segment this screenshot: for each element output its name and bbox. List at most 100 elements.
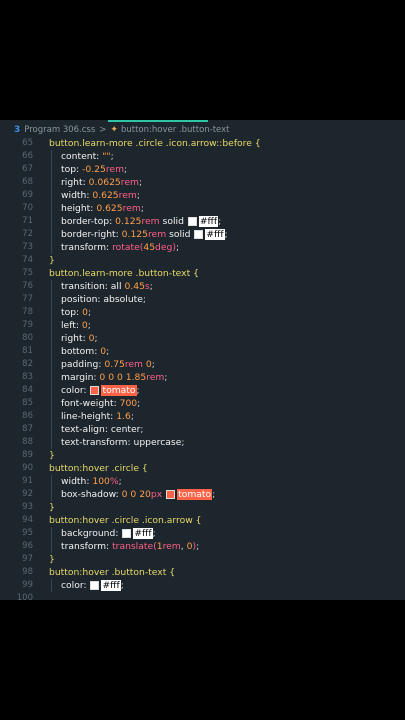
code-line[interactable]: 70 height: 0.625rem; [0,202,405,215]
code-line[interactable]: 78 top: 0; [0,306,405,319]
color-swatch[interactable] [187,216,197,226]
code-text: } [49,449,55,462]
token-prop: line-height: [61,411,117,422]
code-text: border-top: 0.125rem solid #fff; [61,215,221,228]
code-line[interactable]: 80 right: 0; [0,332,405,345]
code-line[interactable]: 71 border-top: 0.125rem solid #fff; [0,215,405,228]
code-line[interactable]: 94 button:hover .circle .icon.arrow { [0,514,405,527]
code-line[interactable]: 99 color: #fff; [0,579,405,592]
code-line[interactable]: 92 box-shadow: 0 0 20px tomato; [0,488,405,501]
code-line[interactable]: 100 [0,592,405,600]
token-prop: transition: [61,281,111,292]
code-text: font-weight: 700; [61,397,140,410]
code-line[interactable]: 65 button.learn-more .circle .icon.arrow:… [0,137,405,150]
line-number: 82 [22,359,33,369]
token-num: 100 [92,476,110,487]
token-prop: font-weight: [61,398,120,409]
code-text: bottom: 0; [61,345,109,358]
token-kw: center [110,424,141,435]
code-line[interactable]: 66 content: ""; [0,150,405,163]
indent-guide [51,306,52,319]
line-number: 74 [22,255,33,265]
code-line[interactable]: 87 text-align: center; [0,423,405,436]
code-line[interactable]: 89} [0,449,405,462]
token-kw: absolute [103,294,143,305]
code-line[interactable]: 88 text-transform: uppercase; [0,436,405,449]
token-unit: rem [124,359,144,370]
color-swatch[interactable] [90,385,100,395]
indent-guide [51,397,52,410]
indent-guide [51,579,52,592]
token-punc: ; [175,242,180,253]
code-line[interactable]: 95 background: #fff; [0,527,405,540]
indent-guide [51,215,52,228]
line-number: 80 [22,333,33,343]
code-line[interactable]: 81 bottom: 0; [0,345,405,358]
breadcrumb-selector[interactable]: button:hover .button-text [121,125,230,135]
code-line[interactable]: 86 line-height: 1.6; [0,410,405,423]
code-line[interactable]: 93} [0,501,405,514]
indent-guide [51,176,52,189]
token-unit: rem [147,229,167,240]
code-line[interactable]: 68 right: 0.0625rem; [0,176,405,189]
token-sel: button:hover .circle [49,463,142,474]
color-swatch[interactable] [166,489,176,499]
line-number: 90 [22,463,33,473]
token-punc: ; [87,307,92,318]
code-line[interactable]: 69 width: 0.625rem; [0,189,405,202]
code-line[interactable]: 67 top: -0.25rem; [0,163,405,176]
token-sel: button:hover .button-text [49,567,170,578]
code-lines[interactable]: 65 button.learn-more .circle .icon.arrow:… [0,137,405,600]
code-line[interactable]: 97} [0,553,405,566]
line-number: 92 [22,489,33,499]
code-line[interactable]: 77 position: absolute; [0,293,405,306]
token-unit: rem [146,372,165,383]
token-num: 0.125 [121,229,148,240]
code-line[interactable]: 72 border-right: 0.125rem solid #fff; [0,228,405,241]
code-text: transition: all 0.45s; [61,280,153,293]
line-number: 67 [22,164,33,174]
token-brace: } [49,255,55,266]
code-text: color: #fff; [61,579,124,592]
breadcrumb-file[interactable]: Program 306.css [24,125,95,135]
line-number: 79 [22,320,33,330]
token-unit: rem [141,216,160,227]
code-line[interactable]: 91 width: 100%; [0,475,405,488]
token-brace: { [193,268,199,279]
token-prop: box-shadow: [61,489,122,500]
code-line[interactable]: 73 transform: rotate(45deg); [0,241,405,254]
line-number: 77 [22,294,33,304]
token-prop: border-top: [61,216,116,227]
code-line[interactable]: 79 left: 0; [0,319,405,332]
code-line[interactable]: 96 transform: translate(1rem, 0); [0,540,405,553]
indent-guide [51,410,52,423]
token-num: -0.25 [82,164,106,175]
line-number: 93 [22,502,33,512]
code-line[interactable]: 83 margin: 0 0 0 1.85rem; [0,371,405,384]
color-swatch[interactable] [194,229,204,239]
token-prop: bottom: [61,346,101,357]
token-unit: rem [122,203,141,214]
token-unit: rem [105,164,125,175]
color-swatch[interactable] [122,528,132,538]
code-line[interactable]: 74} [0,254,405,267]
code-line[interactable]: 76 transition: all 0.45s; [0,280,405,293]
code-line[interactable]: 82 padding: 0.75rem 0; [0,358,405,371]
token-chip-white: #fff [198,216,219,227]
line-number: 91 [22,476,33,486]
code-editor[interactable]: 3 Program 306.css > ✦ button:hover .butt… [0,120,405,600]
code-line[interactable]: 85 font-weight: 700; [0,397,405,410]
code-text: transform: rotate(45deg); [61,241,179,254]
code-line[interactable]: 98 button:hover .button-text { [0,566,405,579]
color-swatch[interactable] [90,580,100,590]
code-line[interactable]: 75 button.learn-more .button-text { [0,267,405,280]
code-line[interactable]: 84 color: tomato; [0,384,405,397]
code-text: button:hover .circle .icon.arrow { [49,514,202,527]
code-line[interactable]: 90 button:hover .circle { [0,462,405,475]
code-text: button.learn-more .button-text { [49,267,199,280]
token-brace: } [49,554,55,565]
code-text: text-transform: uppercase; [61,436,184,449]
line-number: 72 [22,229,33,239]
indent-guide [51,488,52,501]
code-text: button:hover .circle { [49,462,148,475]
